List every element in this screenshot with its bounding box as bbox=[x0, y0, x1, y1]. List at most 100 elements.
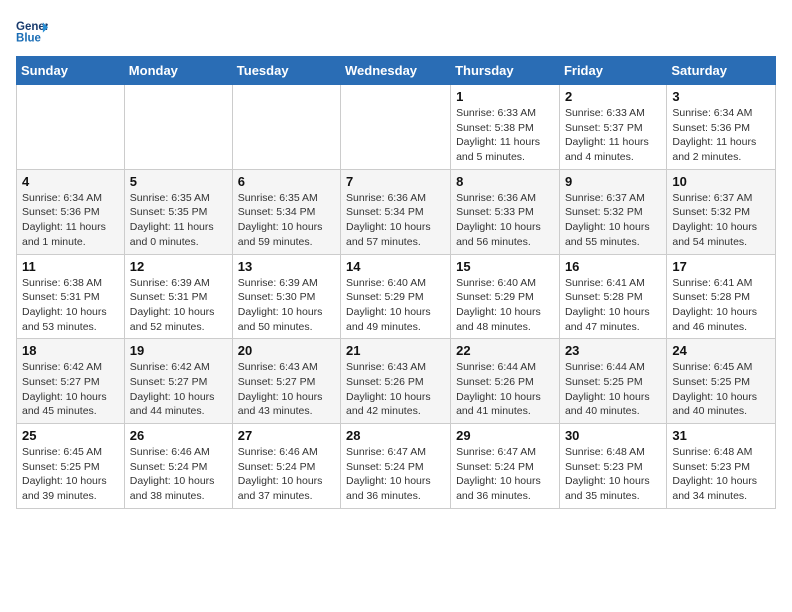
calendar-cell: 3Sunrise: 6:34 AM Sunset: 5:36 PM Daylig… bbox=[667, 85, 776, 170]
day-info: Sunrise: 6:43 AM Sunset: 5:26 PM Dayligh… bbox=[346, 360, 445, 419]
calendar-cell: 19 Sunrise: 6:42 AM Sunset: 5:27 PM Dayli… bbox=[124, 339, 232, 424]
day-info: Sunrise: 6:45 AM Sunset: 5:25 PM Dayligh… bbox=[22, 445, 119, 504]
day-number: 12 bbox=[130, 259, 227, 274]
calendar-cell: 1 Sunrise: 6:33 AM Sunset: 5:38 PM Daylig… bbox=[451, 85, 560, 170]
calendar-cell: 18Sunrise: 6:42 AM Sunset: 5:27 PM Dayli… bbox=[17, 339, 125, 424]
day-number: 9 bbox=[565, 174, 661, 189]
calendar-cell: 17 Sunrise: 6:41 AM Sunset: 5:28 PM Dayli… bbox=[667, 254, 776, 339]
day-info: Sunrise: 6:44 AM Sunset: 5:26 PM Dayligh… bbox=[456, 360, 554, 419]
day-info: Sunrise: 6:39 AM Sunset: 5:30 PM Dayligh… bbox=[238, 276, 335, 335]
day-number: 19 bbox=[130, 343, 227, 358]
day-info: Sunrise: 6:35 AM Sunset: 5:35 PM Dayligh… bbox=[130, 191, 227, 250]
calendar-cell: 31 Sunrise: 6:48 AM Sunset: 5:23 PM Dayli… bbox=[667, 424, 776, 509]
logo: General Blue bbox=[16, 16, 52, 48]
calendar-cell: 27 Sunrise: 6:46 AM Sunset: 5:24 PM Dayli… bbox=[232, 424, 340, 509]
day-number: 15 bbox=[456, 259, 554, 274]
day-info: Sunrise: 6:33 AM Sunset: 5:38 PM Dayligh… bbox=[456, 106, 554, 165]
day-info: Sunrise: 6:41 AM Sunset: 5:28 PM Dayligh… bbox=[672, 276, 770, 335]
day-info: Sunrise: 6:46 AM Sunset: 5:24 PM Dayligh… bbox=[238, 445, 335, 504]
day-number: 3 bbox=[672, 89, 770, 104]
calendar-header-saturday: Saturday bbox=[667, 57, 776, 85]
day-info: Sunrise: 6:48 AM Sunset: 5:23 PM Dayligh… bbox=[565, 445, 661, 504]
day-number: 18 bbox=[22, 343, 119, 358]
calendar-cell: 16 Sunrise: 6:41 AM Sunset: 5:28 PM Dayli… bbox=[559, 254, 666, 339]
day-number: 31 bbox=[672, 428, 770, 443]
calendar-cell: 7 Sunrise: 6:36 AM Sunset: 5:34 PM Daylig… bbox=[341, 169, 451, 254]
calendar-cell: 5 Sunrise: 6:35 AM Sunset: 5:35 PM Daylig… bbox=[124, 169, 232, 254]
calendar-week-5: 25 Sunrise: 6:45 AM Sunset: 5:25 PM Dayli… bbox=[17, 424, 776, 509]
calendar-cell: 25 Sunrise: 6:45 AM Sunset: 5:25 PM Dayli… bbox=[17, 424, 125, 509]
day-number: 10 bbox=[672, 174, 770, 189]
day-number: 2 bbox=[565, 89, 661, 104]
calendar-week-3: 11 Sunrise: 6:38 AM Sunset: 5:31 PM Dayli… bbox=[17, 254, 776, 339]
day-info: Sunrise: 6:37 AM Sunset: 5:32 PM Dayligh… bbox=[672, 191, 770, 250]
day-number: 16 bbox=[565, 259, 661, 274]
calendar-cell bbox=[341, 85, 451, 170]
calendar-cell: 2 Sunrise: 6:33 AM Sunset: 5:37 PM Daylig… bbox=[559, 85, 666, 170]
calendar-cell: 8 Sunrise: 6:36 AM Sunset: 5:33 PM Daylig… bbox=[451, 169, 560, 254]
calendar-cell: 21 Sunrise: 6:43 AM Sunset: 5:26 PM Dayli… bbox=[341, 339, 451, 424]
day-info: Sunrise: 6:40 AM Sunset: 5:29 PM Dayligh… bbox=[456, 276, 554, 335]
day-info: Sunrise: 6:42 AM Sunset: 5:27 PM Dayligh… bbox=[130, 360, 227, 419]
day-number: 30 bbox=[565, 428, 661, 443]
day-number: 27 bbox=[238, 428, 335, 443]
day-number: 5 bbox=[130, 174, 227, 189]
day-number: 20 bbox=[238, 343, 335, 358]
logo-icon: General Blue bbox=[16, 16, 48, 48]
calendar-week-2: 4 Sunrise: 6:34 AM Sunset: 5:36 PM Daylig… bbox=[17, 169, 776, 254]
calendar-cell: 14Sunrise: 6:40 AM Sunset: 5:29 PM Dayli… bbox=[341, 254, 451, 339]
day-info: Sunrise: 6:39 AM Sunset: 5:31 PM Dayligh… bbox=[130, 276, 227, 335]
day-number: 29 bbox=[456, 428, 554, 443]
day-number: 23 bbox=[565, 343, 661, 358]
calendar-cell: 15 Sunrise: 6:40 AM Sunset: 5:29 PM Dayli… bbox=[451, 254, 560, 339]
calendar-cell: 20 Sunrise: 6:43 AM Sunset: 5:27 PM Dayli… bbox=[232, 339, 340, 424]
calendar-cell bbox=[124, 85, 232, 170]
day-number: 22 bbox=[456, 343, 554, 358]
day-info: Sunrise: 6:36 AM Sunset: 5:33 PM Dayligh… bbox=[456, 191, 554, 250]
calendar-header-sunday: Sunday bbox=[17, 57, 125, 85]
day-info: Sunrise: 6:38 AM Sunset: 5:31 PM Dayligh… bbox=[22, 276, 119, 335]
day-info: Sunrise: 6:48 AM Sunset: 5:23 PM Dayligh… bbox=[672, 445, 770, 504]
day-number: 4 bbox=[22, 174, 119, 189]
day-info: Sunrise: 6:36 AM Sunset: 5:34 PM Dayligh… bbox=[346, 191, 445, 250]
day-number: 28 bbox=[346, 428, 445, 443]
day-info: Sunrise: 6:43 AM Sunset: 5:27 PM Dayligh… bbox=[238, 360, 335, 419]
calendar-cell: 4 Sunrise: 6:34 AM Sunset: 5:36 PM Daylig… bbox=[17, 169, 125, 254]
calendar-header-row: SundayMondayTuesdayWednesdayThursdayFrid… bbox=[17, 57, 776, 85]
calendar-cell: 26Sunrise: 6:46 AM Sunset: 5:24 PM Dayli… bbox=[124, 424, 232, 509]
calendar-cell: 24Sunrise: 6:45 AM Sunset: 5:25 PM Dayli… bbox=[667, 339, 776, 424]
svg-text:Blue: Blue bbox=[16, 33, 42, 45]
calendar-cell: 9 Sunrise: 6:37 AM Sunset: 5:32 PM Daylig… bbox=[559, 169, 666, 254]
day-info: Sunrise: 6:37 AM Sunset: 5:32 PM Dayligh… bbox=[565, 191, 661, 250]
day-number: 8 bbox=[456, 174, 554, 189]
day-number: 1 bbox=[456, 89, 554, 104]
day-number: 14 bbox=[346, 259, 445, 274]
day-number: 6 bbox=[238, 174, 335, 189]
day-number: 7 bbox=[346, 174, 445, 189]
day-number: 11 bbox=[22, 259, 119, 274]
day-info: Sunrise: 6:33 AM Sunset: 5:37 PM Dayligh… bbox=[565, 106, 661, 165]
day-info: Sunrise: 6:35 AM Sunset: 5:34 PM Dayligh… bbox=[238, 191, 335, 250]
calendar-cell: 6 Sunrise: 6:35 AM Sunset: 5:34 PM Daylig… bbox=[232, 169, 340, 254]
calendar-cell: 10 Sunrise: 6:37 AM Sunset: 5:32 PM Dayli… bbox=[667, 169, 776, 254]
calendar-header-tuesday: Tuesday bbox=[232, 57, 340, 85]
day-info: Sunrise: 6:34 AM Sunset: 5:36 PM Dayligh… bbox=[22, 191, 119, 250]
calendar-week-4: 18 Sunrise: 6:42 AM Sunset: 5:27 PM Dayli… bbox=[17, 339, 776, 424]
day-info: Sunrise: 6:47 AM Sunset: 5:24 PM Dayligh… bbox=[456, 445, 554, 504]
calendar-cell: 22 Sunrise: 6:44 AM Sunset: 5:26 PM Dayli… bbox=[451, 339, 560, 424]
calendar-header-wednesday: Wednesday bbox=[341, 57, 451, 85]
calendar-cell: 12 Sunrise: 6:39 AM Sunset: 5:31 PM Dayli… bbox=[124, 254, 232, 339]
calendar-cell: 11 Sunrise: 6:38 AM Sunset: 5:31 PM Dayli… bbox=[17, 254, 125, 339]
calendar-header-monday: Monday bbox=[124, 57, 232, 85]
day-number: 25 bbox=[22, 428, 119, 443]
calendar-body: 1 Sunrise: 6:33 AM Sunset: 5:38 PM Daylig… bbox=[17, 85, 776, 509]
calendar-cell: 28Sunrise: 6:47 AM Sunset: 5:24 PM Dayli… bbox=[341, 424, 451, 509]
day-info: Sunrise: 6:41 AM Sunset: 5:28 PM Dayligh… bbox=[565, 276, 661, 335]
day-info: Sunrise: 6:45 AM Sunset: 5:25 PM Dayligh… bbox=[672, 360, 770, 419]
calendar-cell: 29 Sunrise: 6:47 AM Sunset: 5:24 PM Dayli… bbox=[451, 424, 560, 509]
day-number: 26 bbox=[130, 428, 227, 443]
day-number: 17 bbox=[672, 259, 770, 274]
calendar-cell bbox=[232, 85, 340, 170]
header: General Blue bbox=[16, 16, 776, 48]
day-number: 21 bbox=[346, 343, 445, 358]
